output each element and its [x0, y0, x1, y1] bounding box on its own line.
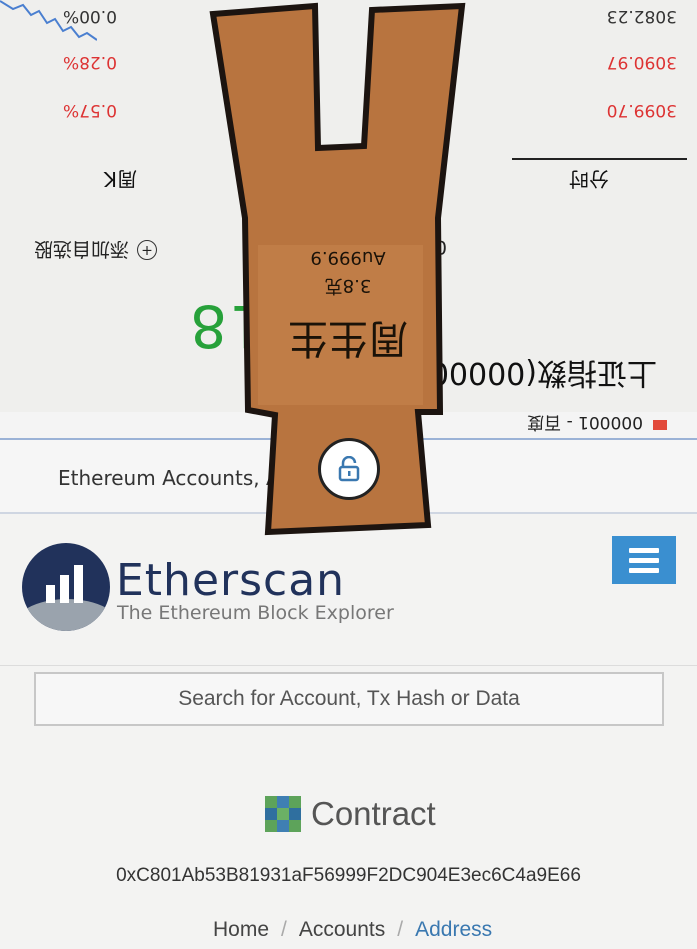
- etherscan-logo-icon[interactable]: [22, 543, 110, 631]
- stock-app-screen: 000001 - 百度 上证指数(000001 3081.18 05-02 15…: [0, 0, 697, 440]
- breadcrumb-home[interactable]: Home: [213, 918, 269, 942]
- hamburger-line: [629, 547, 659, 553]
- brand-name[interactable]: Etherscan: [116, 555, 345, 606]
- quote-row: 3090.97 0.28%: [0, 42, 697, 72]
- browser-tab[interactable]: 000001 - 百度: [0, 412, 697, 440]
- unlock-button[interactable]: [318, 438, 380, 500]
- contract-label: Contract: [311, 795, 436, 832]
- quote-value: 3090.97: [606, 52, 677, 72]
- quote-change: 0.28%: [62, 52, 117, 72]
- contract-identicon-icon: [265, 796, 301, 832]
- menu-button[interactable]: [612, 536, 676, 584]
- quote-row: 3082.23 0.00%: [0, 0, 697, 26]
- logo-bar: [60, 575, 69, 603]
- add-watchlist-button[interactable]: + 添加自选股: [34, 237, 157, 264]
- baidu-favicon-icon: [653, 420, 667, 430]
- logo-bar: [74, 565, 83, 603]
- price-line: [0, 0, 97, 41]
- etherscan-page: Ethereum Accounts, A Etherscan The Ether…: [0, 440, 697, 949]
- unlock-icon: [338, 456, 360, 482]
- quote-value: 3082.23: [606, 6, 677, 26]
- search-input[interactable]: [34, 672, 664, 726]
- tab-title: 000001 - 百度: [527, 412, 643, 433]
- breadcrumb-separator: /: [397, 918, 404, 941]
- logo-bar: [46, 585, 55, 603]
- quote-value: 3099.70: [606, 100, 677, 120]
- breadcrumb: Home / Accounts / Address: [213, 918, 492, 942]
- url-text: Ethereum Accounts, A: [58, 466, 280, 490]
- breadcrumb-separator: /: [281, 918, 287, 941]
- brand-tagline: The Ethereum Block Explorer: [117, 602, 394, 624]
- quote-timestamp: 05-02 15:00:00 (北京: [248, 236, 447, 258]
- active-tab-underline: [512, 158, 687, 160]
- tab-weekly-k[interactable]: 周K: [104, 166, 137, 195]
- stock-price: 3081.18: [188, 292, 442, 360]
- divider: [0, 665, 697, 666]
- plus-circle-icon: +: [137, 240, 157, 261]
- contract-address: 0xC801Ab53B81931aF56999F2DC904E3ec6C4a9E…: [116, 865, 581, 886]
- tab-intraday[interactable]: 分时: [569, 166, 609, 195]
- add-watchlist-label: 添加自选股: [33, 238, 129, 260]
- breadcrumb-address: Address: [415, 918, 493, 941]
- contract-heading: Contract: [265, 795, 436, 833]
- stock-name: 上证指数(000001: [410, 355, 657, 390]
- hamburger-line: [629, 567, 659, 573]
- logo-swoosh: [22, 599, 110, 631]
- intraday-chart: [0, 0, 97, 41]
- breadcrumb-accounts[interactable]: Accounts: [299, 918, 385, 942]
- quote-row: 3099.70 0.57%: [0, 90, 697, 120]
- quote-change: 0.57%: [62, 100, 117, 120]
- hamburger-line: [629, 557, 659, 563]
